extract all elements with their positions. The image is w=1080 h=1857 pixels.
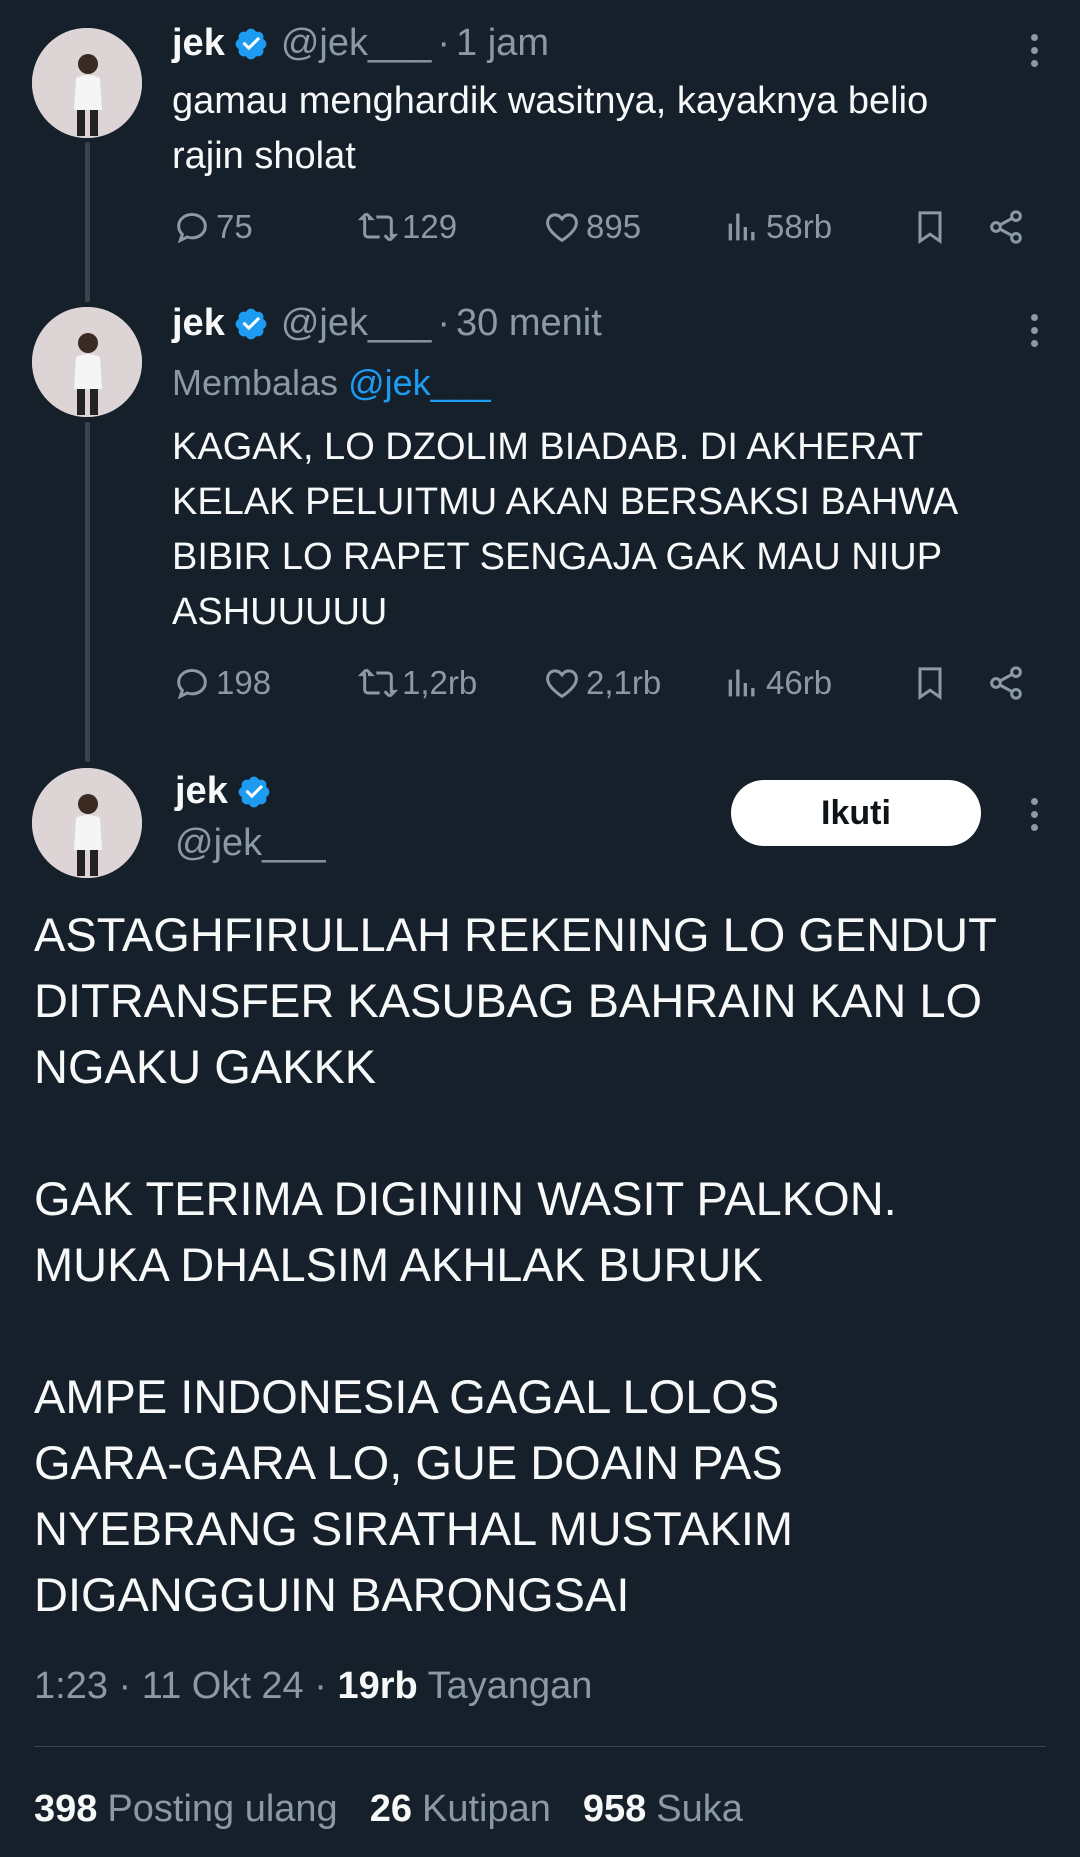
reposts-label: Posting ulang (107, 1788, 338, 1830)
handle[interactable]: @jek___ (281, 22, 432, 65)
like-button[interactable]: 2,1rb (542, 663, 661, 703)
verified-badge-icon (235, 308, 267, 339)
more-icon[interactable] (1028, 798, 1040, 831)
verified-badge-icon (235, 28, 267, 59)
views-count: 19rb (337, 1665, 418, 1707)
reposts-count: 398 (34, 1788, 98, 1830)
follow-button[interactable]: Ikuti (731, 780, 981, 846)
tweet-text: gamau menghardik wasitnya, kayaknya beli… (172, 80, 929, 177)
repost-icon (358, 668, 398, 698)
like-button[interactable]: 895 (542, 207, 641, 247)
tweet-header: jek @jek___ · 30 menit (172, 302, 602, 345)
quotes-stat[interactable]: 26 Kutipan (370, 1788, 551, 1831)
repost-button[interactable]: 129 (358, 207, 457, 247)
likes-label: Suka (656, 1788, 743, 1830)
like-icon (546, 669, 578, 699)
display-name[interactable]: jek (172, 302, 225, 345)
timestamp[interactable]: 30 menit (456, 302, 602, 345)
views-count: 58rb (766, 208, 833, 245)
replying-to: Membalas @jek___ (172, 362, 491, 404)
share-button[interactable] (986, 663, 1030, 703)
likes-count: 958 (582, 1788, 647, 1830)
reply-icon (177, 668, 207, 700)
display-name[interactable]: jek (172, 22, 225, 65)
views-button[interactable]: 58rb (722, 207, 832, 247)
timestamp[interactable]: 1 jam (456, 22, 549, 65)
verified-badge-icon (238, 776, 270, 807)
quotes-count: 26 (369, 1788, 412, 1830)
thread-line (85, 142, 90, 302)
tweet-meta: 1:23 · 11 Okt 24 · 19rb Tayangan (34, 1665, 592, 1708)
replying-prefix: Membalas (172, 362, 339, 403)
post-date[interactable]: 11 Okt 24 (142, 1665, 304, 1707)
avatar[interactable] (32, 307, 142, 417)
display-name[interactable]: jek (175, 770, 228, 813)
more-icon[interactable] (1028, 314, 1040, 347)
reply-count: 75 (216, 208, 253, 245)
bookmark-button[interactable] (910, 207, 954, 247)
like-icon (546, 213, 578, 243)
reply-count: 198 (216, 664, 272, 701)
avatar[interactable] (32, 768, 142, 878)
repost-icon (358, 212, 398, 242)
repost-count: 129 (402, 208, 458, 245)
more-icon[interactable] (1028, 34, 1040, 67)
thread-line (85, 422, 90, 762)
post-time[interactable]: 1:23 (34, 1665, 108, 1707)
views-button[interactable]: 46rb (722, 663, 832, 703)
views-icon (728, 213, 755, 241)
like-count: 2,1rb (586, 664, 662, 701)
avatar[interactable] (32, 28, 142, 138)
quotes-label: Kutipan (421, 1788, 551, 1830)
share-icon (990, 666, 1022, 700)
tweet-actions: 198 1,2rb 2,1rb 46rb (172, 663, 1032, 713)
like-count: 895 (586, 208, 642, 245)
engagement-stats: 398 Posting ulang 26 Kutipan 958 Suka (34, 1788, 743, 1831)
main-header: jek (175, 770, 284, 813)
tweet-actions: 75 129 895 58rb (172, 207, 1032, 257)
reply-button[interactable]: 198 (172, 663, 271, 703)
views-label: Tayangan (427, 1665, 593, 1707)
separator: · (314, 1665, 327, 1707)
reply-icon (177, 212, 207, 244)
share-icon (990, 210, 1022, 244)
main-tweet-text: ASTAGHFIRULLAH REKENING LO GENDUT DITRAN… (34, 908, 997, 1621)
bookmark-icon (918, 667, 942, 701)
bookmark-button[interactable] (910, 663, 954, 703)
separator: · (437, 22, 451, 64)
views-count: 46rb (766, 664, 833, 701)
divider (34, 1746, 1046, 1747)
share-button[interactable] (986, 207, 1030, 247)
reposts-stat[interactable]: 398 Posting ulang (34, 1788, 338, 1831)
repost-button[interactable]: 1,2rb (358, 663, 477, 703)
reply-button[interactable]: 75 (172, 207, 253, 247)
views-icon (728, 669, 755, 697)
tweet-header: jek @jek___ · 1 jam (172, 22, 549, 65)
handle[interactable]: @jek___ (281, 302, 432, 345)
tweet-text: KAGAK, LO DZOLIM BIADAB. DI AKHERAT KELA… (172, 426, 959, 633)
likes-stat[interactable]: 958 Suka (583, 1788, 743, 1831)
separator: · (118, 1665, 132, 1707)
separator: · (437, 302, 451, 344)
replying-mention[interactable]: @jek___ (348, 362, 491, 403)
handle[interactable]: @jek___ (175, 822, 326, 865)
repost-count: 1,2rb (402, 664, 478, 701)
bookmark-icon (918, 211, 942, 245)
